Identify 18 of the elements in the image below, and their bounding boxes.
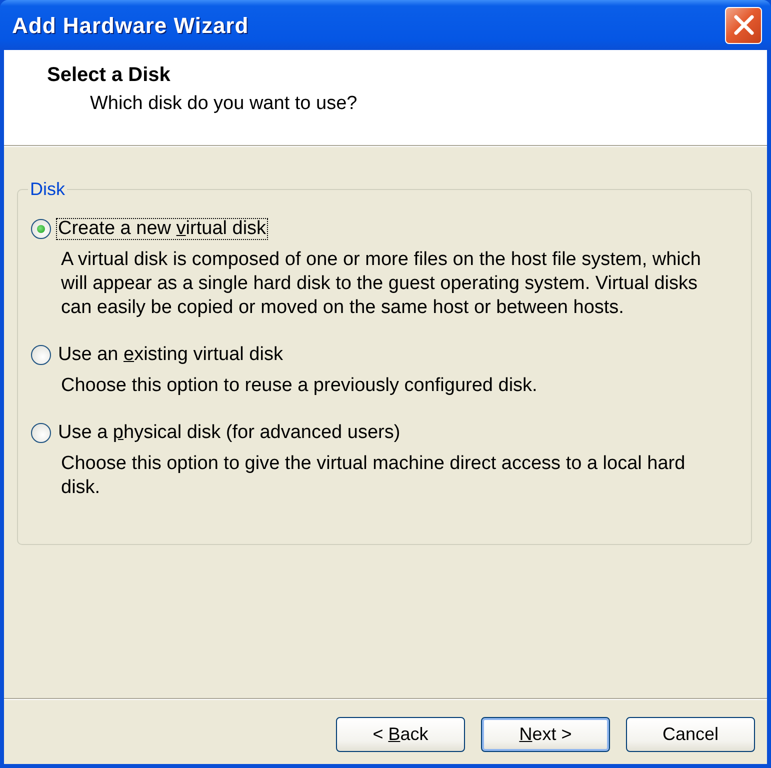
close-button[interactable] — [725, 6, 762, 44]
option-label[interactable]: Create a new virtual disk — [56, 218, 268, 240]
wizard-button[interactable]: Next > — [481, 717, 610, 752]
page-subtitle: Which disk do you want to use? — [90, 92, 358, 116]
option-description: A virtual disk is composed of one or more files on the host file system, which will appear as a single hard disk to the guest operating system. Virtual disks can easily be copied or moved on the same host or between hosts. — [61, 248, 702, 320]
option-description: Choose this option to give the virtual machine direct access to a local hard disk. — [61, 452, 686, 500]
wizard-button[interactable]: < Back — [336, 717, 465, 752]
close-icon — [732, 14, 754, 36]
page-title: Select a Disk — [47, 63, 170, 87]
option-description: Choose this option to reuse a previously configured disk. — [61, 374, 538, 398]
option-label[interactable]: Use an existing virtual disk — [56, 344, 285, 366]
radio-button[interactable] — [31, 345, 51, 365]
radio-button[interactable] — [31, 219, 51, 239]
window-title: Add Hardware Wizard — [12, 12, 249, 40]
wizard-button[interactable]: Cancel — [626, 717, 755, 752]
radio-button[interactable] — [31, 423, 51, 443]
group-label: Disk — [29, 179, 66, 199]
option-label[interactable]: Use a physical disk (for advanced users) — [56, 422, 402, 444]
